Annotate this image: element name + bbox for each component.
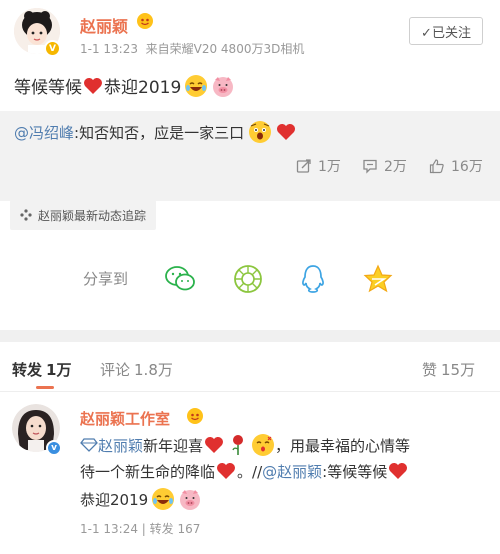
- heart-icon: [389, 463, 408, 479]
- pig-emoji-icon: [213, 76, 234, 97]
- post-text-suffix: 恭迎2019: [104, 78, 182, 98]
- rose-icon: [232, 435, 244, 455]
- wechat-icon: [165, 266, 195, 291]
- reply-line-1-text: 新年迎喜: [143, 436, 204, 455]
- reply-line-2-tail: 。//: [237, 462, 263, 481]
- laughing-emoji-icon: [152, 488, 175, 510]
- comment-icon: [363, 159, 377, 174]
- heart-icon: [217, 463, 236, 479]
- post-meta: 1-1 13:23 来自荣耀V20 4800万3D相机: [80, 42, 305, 56]
- reply-mention-1[interactable]: 赵丽颖: [98, 435, 143, 456]
- reply-line-1: 赵丽颖 新年迎喜 ，用最幸福的心情等: [80, 433, 410, 457]
- tab-repost-count: 1万: [46, 361, 72, 379]
- repost-count: 1万: [318, 159, 341, 175]
- moments-icon: [234, 265, 262, 293]
- pig-emoji-icon: [180, 490, 201, 510]
- reply-mention-2[interactable]: @赵丽颖: [262, 461, 322, 482]
- like-count: 16万: [451, 159, 483, 175]
- reply-line-3-text: 恭迎2019: [80, 490, 149, 509]
- post-text: 等候等候 恭迎2019: [14, 73, 235, 98]
- section-divider: [0, 330, 500, 342]
- tabs-bottom-border: [0, 391, 500, 392]
- reply-vip-icon: [186, 407, 204, 429]
- reply-meta: 1-1 13:24 | 转发 167: [80, 522, 201, 536]
- tab-repost[interactable]: 转发 1万: [12, 359, 71, 380]
- topic-label: 赵丽颖最新动态追踪: [38, 208, 147, 223]
- repost-action[interactable]: 1万: [296, 156, 341, 176]
- tab-comment[interactable]: 评论 1.8万: [100, 359, 173, 380]
- diamond-icon: [80, 438, 98, 452]
- share-qzone[interactable]: [361, 262, 395, 296]
- quoted-text-body: :知否知否，应是一家三口: [74, 123, 245, 142]
- comment-count: 2万: [384, 159, 407, 175]
- reply-line-2: 待一个新生命的降临 。// @赵丽颖 :等候等候: [80, 460, 409, 482]
- topic-icon: [20, 209, 32, 221]
- heart-icon: [205, 437, 224, 453]
- post-text-main: 等候等候: [14, 78, 82, 98]
- qzone-icon: [363, 264, 393, 293]
- shocked-emoji-icon: [249, 121, 272, 143]
- like-action[interactable]: 16万: [429, 156, 483, 176]
- reply-author-name[interactable]: 赵丽颖工作室: [80, 408, 170, 429]
- tab-comment-label: 评论: [100, 361, 131, 379]
- tab-like-label: 赞: [422, 361, 438, 379]
- share-label: 分享到: [83, 270, 129, 288]
- laughing-emoji-icon: [185, 74, 208, 97]
- tab-comment-count: 1.8万: [134, 361, 173, 379]
- reply-line-2-end: :等候等候: [322, 462, 388, 481]
- reply-verified-badge-icon: v: [46, 440, 62, 456]
- comment-action[interactable]: 2万: [362, 156, 407, 176]
- reply-line-3: 恭迎2019: [80, 487, 202, 511]
- reply-line-2-text: 待一个新生命的降临: [80, 462, 216, 481]
- heart-icon: [277, 124, 296, 140]
- vip-crown-icon: [136, 12, 154, 34]
- share-moments[interactable]: [231, 262, 265, 296]
- tab-like-count: 15万: [441, 361, 476, 379]
- reply-line-1-tail: ，用最幸福的心情等: [275, 436, 411, 455]
- tab-repost-label: 转发: [12, 361, 43, 379]
- share-qq[interactable]: [296, 262, 330, 296]
- topic-chip[interactable]: 赵丽颖最新动态追踪: [10, 200, 157, 230]
- repost-icon: [296, 159, 311, 173]
- follow-button[interactable]: ✓已关注: [409, 17, 483, 45]
- verified-badge-icon: V: [44, 40, 61, 57]
- heart-icon: [84, 77, 102, 94]
- share-wechat[interactable]: [163, 262, 197, 296]
- tab-like[interactable]: 赞 15万: [422, 359, 475, 380]
- tab-active-indicator: [36, 386, 54, 389]
- quoted-user-link[interactable]: @冯绍峰: [14, 122, 74, 143]
- author-name[interactable]: 赵丽颖: [80, 13, 128, 37]
- quoted-text: @冯绍峰 :知否知否，应是一家三口: [14, 120, 297, 144]
- like-icon: [429, 159, 444, 174]
- kiss-emoji-icon: [252, 434, 275, 456]
- qq-icon: [302, 265, 324, 293]
